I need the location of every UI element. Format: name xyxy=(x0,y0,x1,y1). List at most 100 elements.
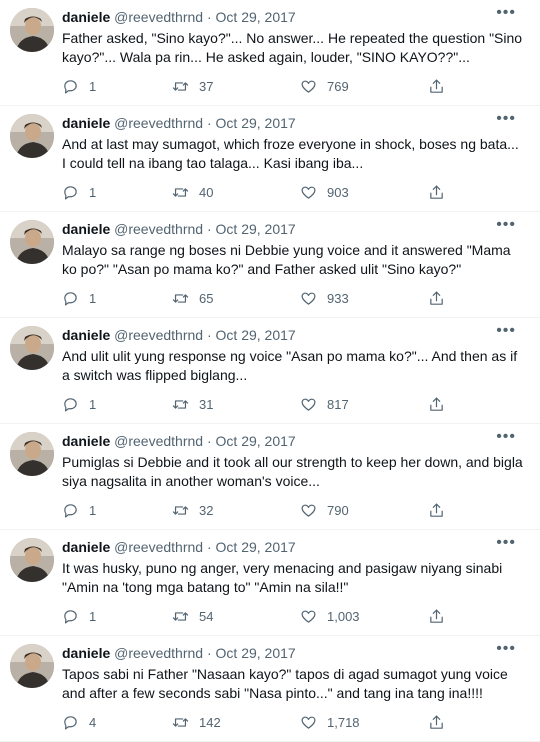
like-button[interactable]: 769 xyxy=(300,76,349,96)
retweet-count: 32 xyxy=(199,502,214,518)
share-icon xyxy=(430,715,443,729)
more-icon[interactable]: ••• xyxy=(496,323,516,339)
tweet-text: Malayo sa range ng boses ni Debbie yung … xyxy=(62,242,511,277)
reply-count: 1 xyxy=(89,290,97,306)
reply-button[interactable]: 1 xyxy=(62,288,96,308)
share-icon xyxy=(430,503,443,517)
tweet-date[interactable]: Oct 29, 2017 xyxy=(216,9,296,25)
reply-button[interactable]: 1 xyxy=(62,76,96,96)
tweet[interactable]: daniele @reevedthrnd · Oct 29, 2017 ••• … xyxy=(0,212,540,318)
more-icon[interactable]: ••• xyxy=(496,217,516,233)
share-button[interactable] xyxy=(428,712,445,732)
retweet-icon xyxy=(172,81,189,91)
author-name[interactable]: daniele xyxy=(62,221,110,237)
like-button[interactable]: 933 xyxy=(300,288,349,308)
tweet-text: Father asked, "Sino kayo?"... No answer.… xyxy=(62,30,523,65)
author-handle[interactable]: @reevedthrnd xyxy=(114,433,203,449)
like-button[interactable]: 1,003 xyxy=(300,606,360,626)
avatar[interactable] xyxy=(10,114,54,158)
tweet-header: daniele @reevedthrnd · Oct 29, 2017 xyxy=(62,538,540,556)
retweet-count: 37 xyxy=(199,78,214,94)
author-name[interactable]: daniele xyxy=(62,115,110,131)
tweet-thread: daniele @reevedthrnd · Oct 29, 2017 ••• … xyxy=(0,0,540,742)
avatar[interactable] xyxy=(10,8,54,52)
more-icon[interactable]: ••• xyxy=(496,535,516,551)
tweet-header: daniele @reevedthrnd · Oct 29, 2017 xyxy=(62,644,540,662)
retweet-icon xyxy=(172,187,189,197)
retweet-button[interactable]: 31 xyxy=(172,394,213,414)
reply-button[interactable]: 1 xyxy=(62,606,96,626)
avatar[interactable] xyxy=(10,644,54,688)
author-name[interactable]: daniele xyxy=(62,9,110,25)
tweet-text: And ulit ulit yung response ng voice "As… xyxy=(62,348,518,383)
more-icon[interactable]: ••• xyxy=(496,5,516,21)
reply-button[interactable]: 1 xyxy=(62,182,96,202)
share-button[interactable] xyxy=(428,182,445,202)
tweet[interactable]: daniele @reevedthrnd · Oct 29, 2017 ••• … xyxy=(0,636,540,742)
tweet-actions: 1 31 817 xyxy=(62,394,482,414)
retweet-button[interactable]: 40 xyxy=(172,182,213,202)
tweet-date[interactable]: Oct 29, 2017 xyxy=(216,327,296,343)
retweet-button[interactable]: 54 xyxy=(172,606,213,626)
author-handle[interactable]: @reevedthrnd xyxy=(114,645,203,661)
separator: · xyxy=(203,9,216,25)
author-name[interactable]: daniele xyxy=(62,539,110,555)
more-icon[interactable]: ••• xyxy=(496,111,516,127)
tweet[interactable]: daniele @reevedthrnd · Oct 29, 2017 ••• … xyxy=(0,106,540,212)
like-button[interactable]: 817 xyxy=(300,394,349,414)
retweet-button[interactable]: 37 xyxy=(172,76,213,96)
reply-icon xyxy=(64,291,77,305)
reply-button[interactable]: 1 xyxy=(62,500,96,520)
separator: · xyxy=(203,221,216,237)
tweet-date[interactable]: Oct 29, 2017 xyxy=(216,645,296,661)
avatar[interactable] xyxy=(10,538,54,582)
author-name[interactable]: daniele xyxy=(62,433,110,449)
like-count: 903 xyxy=(327,184,349,200)
tweet-header: daniele @reevedthrnd · Oct 29, 2017 xyxy=(62,326,540,344)
share-button[interactable] xyxy=(428,394,445,414)
avatar[interactable] xyxy=(10,220,54,264)
author-handle[interactable]: @reevedthrnd xyxy=(114,539,203,555)
more-icon[interactable]: ••• xyxy=(496,429,516,445)
reply-count: 1 xyxy=(89,608,97,624)
more-icon[interactable]: ••• xyxy=(496,641,516,657)
avatar[interactable] xyxy=(10,326,54,370)
author-handle[interactable]: @reevedthrnd xyxy=(114,327,203,343)
retweet-icon xyxy=(172,717,189,727)
tweet-date[interactable]: Oct 29, 2017 xyxy=(216,221,296,237)
author-name[interactable]: daniele xyxy=(62,645,110,661)
author-handle[interactable]: @reevedthrnd xyxy=(114,115,203,131)
tweet[interactable]: daniele @reevedthrnd · Oct 29, 2017 ••• … xyxy=(0,424,540,530)
author-name[interactable]: daniele xyxy=(62,327,110,343)
tweet-date[interactable]: Oct 29, 2017 xyxy=(216,115,296,131)
like-button[interactable]: 903 xyxy=(300,182,349,202)
share-button[interactable] xyxy=(428,606,445,626)
tweet-text: Tapos sabi ni Father "Nasaan kayo?" tapo… xyxy=(62,666,508,701)
tweet-actions: 1 37 769 xyxy=(62,76,482,96)
author-handle[interactable]: @reevedthrnd xyxy=(114,221,203,237)
reply-icon xyxy=(64,185,77,199)
reply-button[interactable]: 4 xyxy=(62,712,96,732)
tweet[interactable]: daniele @reevedthrnd · Oct 29, 2017 ••• … xyxy=(0,318,540,424)
reply-button[interactable]: 1 xyxy=(62,394,96,414)
reply-count: 1 xyxy=(89,396,97,412)
like-button[interactable]: 790 xyxy=(300,500,349,520)
author-handle[interactable]: @reevedthrnd xyxy=(114,9,203,25)
retweet-button[interactable]: 32 xyxy=(172,500,213,520)
share-button[interactable] xyxy=(428,288,445,308)
retweet-button[interactable]: 65 xyxy=(172,288,213,308)
like-icon xyxy=(301,610,316,623)
retweet-count: 65 xyxy=(199,290,214,306)
retweet-button[interactable]: 142 xyxy=(172,712,221,732)
tweet[interactable]: daniele @reevedthrnd · Oct 29, 2017 ••• … xyxy=(0,530,540,636)
share-icon xyxy=(430,291,443,305)
tweet[interactable]: daniele @reevedthrnd · Oct 29, 2017 ••• … xyxy=(0,0,540,106)
share-button[interactable] xyxy=(428,76,445,96)
reply-icon xyxy=(64,397,77,411)
avatar[interactable] xyxy=(10,432,54,476)
share-button[interactable] xyxy=(428,500,445,520)
tweet-date[interactable]: Oct 29, 2017 xyxy=(216,539,296,555)
like-button[interactable]: 1,718 xyxy=(300,712,360,732)
tweet-date[interactable]: Oct 29, 2017 xyxy=(216,433,296,449)
retweet-icon xyxy=(172,293,189,303)
